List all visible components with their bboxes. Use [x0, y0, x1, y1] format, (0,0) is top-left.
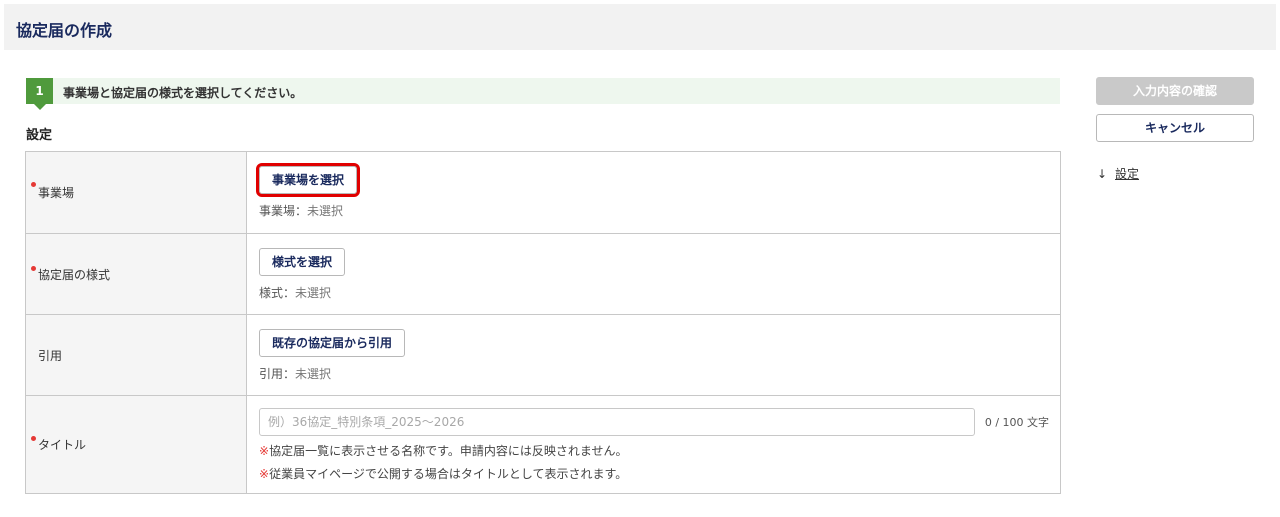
title-note-2: ※従業員マイページで公開する場合はタイトルとして表示されます。	[259, 465, 1060, 482]
arrow-down-icon: ↓	[1097, 167, 1108, 181]
format-status-value: 未選択	[295, 285, 332, 300]
note-mark: ※	[259, 466, 270, 481]
required-dot-icon	[31, 266, 36, 271]
citation-row: 引用 既存の協定届から引用 引用：未選択	[25, 314, 1061, 396]
citation-label-cell: 引用	[25, 314, 247, 396]
format-status: 様式：未選択	[259, 284, 1060, 301]
page-title: 協定届の作成	[16, 21, 113, 40]
workplace-row: 事業場 事業場を選択 事業場：未選択	[25, 151, 1061, 234]
required-dot-icon	[31, 182, 36, 187]
format-row: 協定届の様式 様式を選択 様式：未選択	[25, 233, 1061, 315]
note-mark: ※	[259, 443, 270, 458]
format-status-label: 様式：	[259, 285, 296, 300]
title-note-1: ※協定届一覧に表示させる名称です。申請内容には反映されません。	[259, 442, 1060, 459]
step-instruction: 事業場と協定届の様式を選択してください。	[63, 86, 303, 100]
settings-form-table: 事業場 事業場を選択 事業場：未選択 協定届の様式 様式を選択 様式：未選択 引…	[25, 151, 1061, 494]
step-banner: 1 事業場と協定届の様式を選択してください。	[26, 78, 1060, 110]
format-value-cell: 様式を選択 様式：未選択	[246, 233, 1061, 315]
title-label-cell: タイトル	[25, 395, 247, 494]
cancel-button[interactable]: キャンセル	[1096, 114, 1254, 142]
page-header: 協定届の作成	[4, 4, 1276, 50]
title-label: タイトル	[38, 438, 87, 452]
citation-status-label: 引用：	[259, 366, 296, 381]
note-text: 従業員マイページで公開する場合はタイトルとして表示されます。	[269, 466, 628, 481]
citation-label: 引用	[38, 348, 63, 363]
settings-anchor-label: 設定	[1115, 167, 1140, 181]
workplace-status-label: 事業場：	[259, 204, 308, 218]
workplace-status-value: 未選択	[307, 204, 344, 218]
title-char-count: 0 / 100 文字	[984, 415, 1050, 429]
workplace-label-cell: 事業場	[25, 151, 247, 234]
select-workplace-button[interactable]: 事業場を選択	[255, 163, 361, 197]
citation-status-value: 未選択	[295, 366, 332, 381]
title-row: タイトル 0 / 100 文字 ※協定届一覧に表示させる名称です。申請内容には反…	[25, 395, 1061, 494]
select-format-button[interactable]: 様式を選択	[259, 247, 346, 276]
confirm-input-button[interactable]: 入力内容の確認	[1096, 77, 1254, 105]
settings-anchor-link[interactable]: ↓ 設定	[1097, 165, 1139, 182]
workplace-value-cell: 事業場を選択 事業場：未選択	[246, 151, 1061, 234]
cite-existing-button[interactable]: 既存の協定届から引用	[259, 328, 406, 357]
workplace-label: 事業場	[38, 186, 75, 200]
format-label-cell: 協定届の様式	[25, 233, 247, 315]
required-dot-icon	[31, 436, 36, 441]
title-value-cell: 0 / 100 文字 ※協定届一覧に表示させる名称です。申請内容には反映されませ…	[246, 395, 1061, 494]
citation-value-cell: 既存の協定届から引用 引用：未選択	[246, 314, 1061, 396]
step-number-badge: 1	[26, 78, 53, 110]
note-text: 協定届一覧に表示させる名称です。申請内容には反映されません。	[269, 443, 628, 458]
workplace-status: 事業場：未選択	[259, 202, 1060, 219]
title-input[interactable]	[259, 407, 975, 436]
citation-status: 引用：未選択	[259, 365, 1060, 382]
section-title: 設定	[26, 128, 53, 143]
format-label: 協定届の様式	[38, 267, 111, 282]
